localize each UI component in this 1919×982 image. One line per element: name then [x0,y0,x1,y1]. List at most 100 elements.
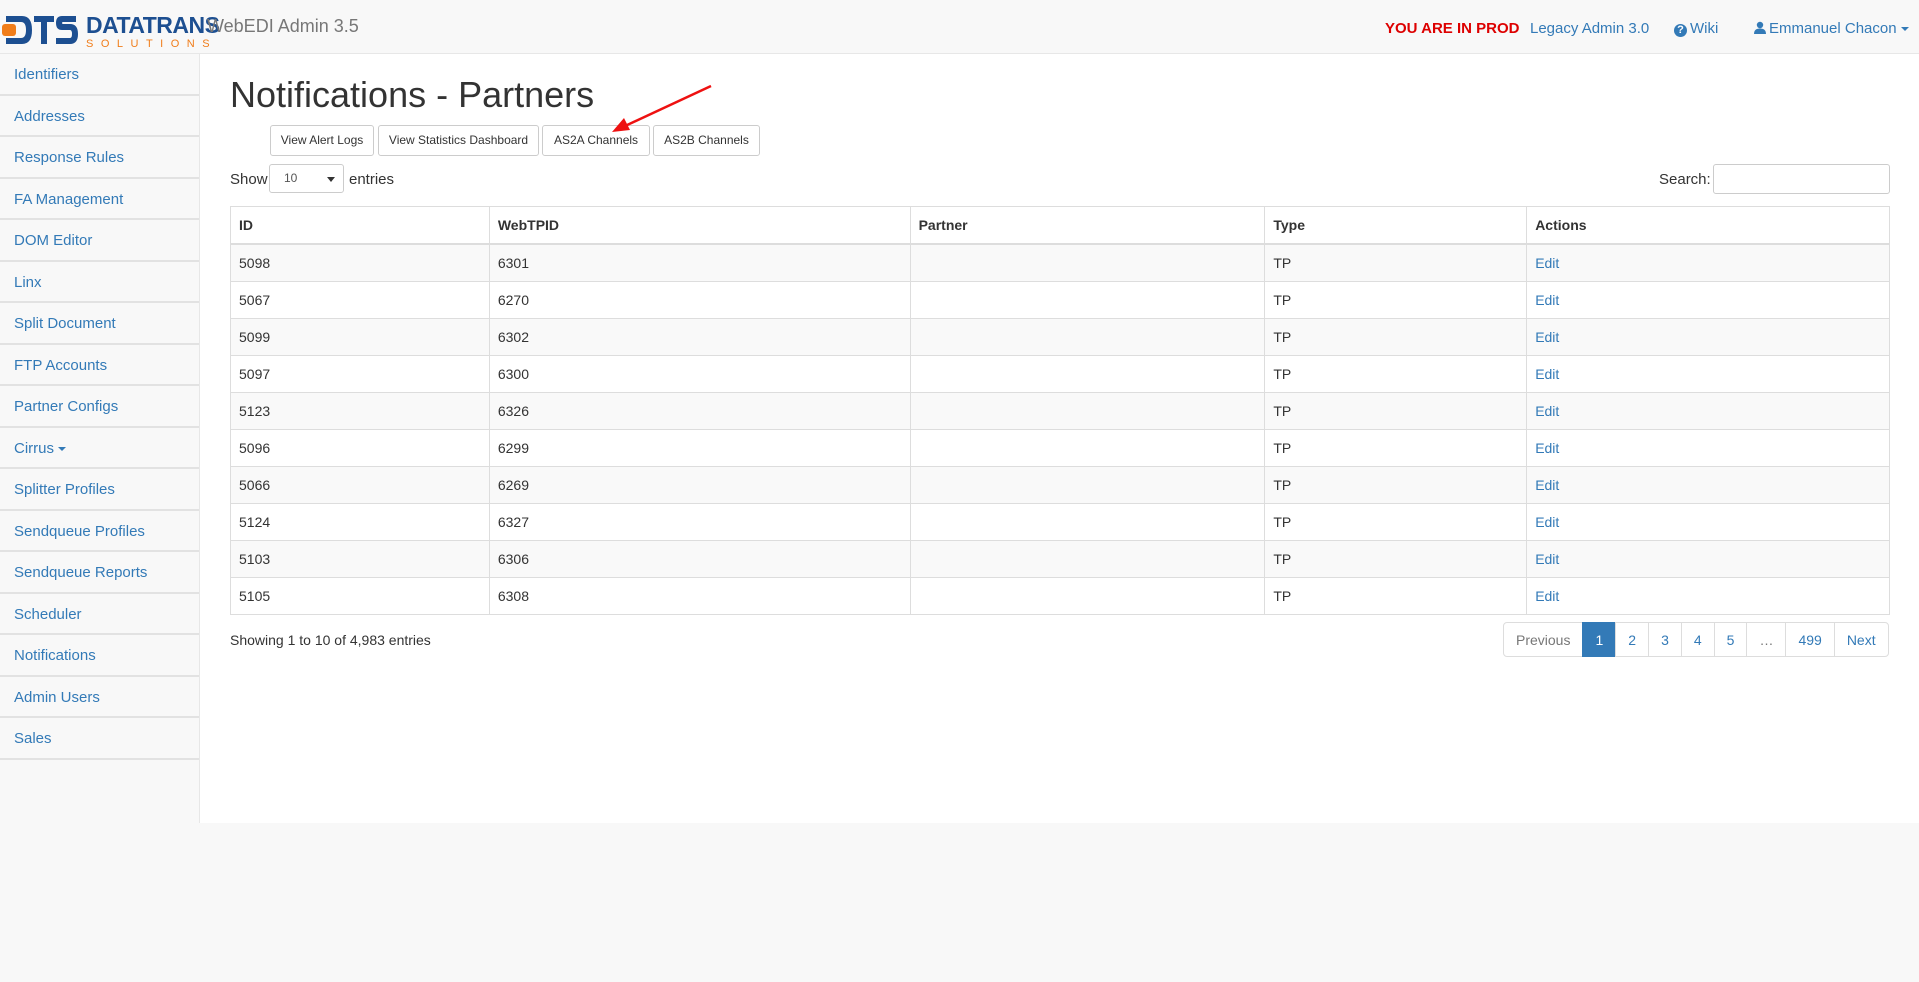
edit-link[interactable]: Edit [1535,588,1559,604]
sidebar-item-scheduler[interactable]: Scheduler [0,594,199,635]
cell-webtpid: 6270 [488,281,911,319]
view-alert-logs-button[interactable]: View Alert Logs [270,125,374,156]
sidebar-item-cirrus[interactable]: Cirrus [0,428,199,469]
user-menu[interactable]: Emmanuel Chacon [1754,20,1909,37]
cell-webtpid: 6299 [488,429,911,467]
logo-brand-text: DATATRANS [86,12,220,38]
cell-actions: Edit [1526,540,1890,578]
table-row: 5098 6301 TP Edit [230,243,1890,282]
cell-type: TP [1264,503,1528,541]
search-input[interactable] [1713,164,1890,194]
pagination-next[interactable]: Next [1833,622,1889,657]
column-header-webtpid[interactable]: WebTPID [488,206,911,245]
sidebar-item-sendqueue-profiles[interactable]: Sendqueue Profiles [0,511,199,552]
table-row: 5066 6269 TP Edit [230,466,1890,504]
view-statistics-dashboard-button[interactable]: View Statistics Dashboard [378,125,539,156]
sidebar-item-response-rules[interactable]: Response Rules [0,137,199,179]
edit-link[interactable]: Edit [1535,292,1559,308]
question-circle-icon: ? [1674,24,1687,37]
user-menu-label: Emmanuel Chacon [1769,20,1897,37]
search-label: Search: [1659,171,1711,188]
cell-webtpid: 6327 [488,503,911,541]
sidebar-item-linx[interactable]: Linx [0,262,199,303]
page-size-select[interactable]: 10 [269,164,344,193]
sidebar-item-fa-management[interactable]: FA Management [0,179,199,220]
cell-actions: Edit [1526,577,1890,615]
edit-link[interactable]: Edit [1535,403,1559,419]
edit-link[interactable]: Edit [1535,514,1559,530]
cell-partner [909,355,1266,393]
sidebar-item-sendqueue-reports[interactable]: Sendqueue Reports [0,552,199,594]
edit-link[interactable]: Edit [1535,551,1559,567]
app-title[interactable]: WebEDI Admin 3.5 [207,16,359,37]
chevron-down-icon [1900,27,1909,32]
pagination-page-3[interactable]: 3 [1648,622,1682,657]
column-header-type[interactable]: Type [1264,206,1528,245]
pagination-page-4[interactable]: 4 [1680,622,1715,657]
legacy-admin-link[interactable]: Legacy Admin 3.0 [1530,20,1649,37]
cell-actions: Edit [1526,503,1890,541]
datatrans-logo[interactable]: DATATRANS SOLUTIONS [2,10,220,52]
sidebar-item-cirrus-label: Cirrus [14,439,54,457]
chevron-down-icon [327,177,335,182]
prod-warning: YOU ARE IN PROD [1385,20,1520,37]
edit-link[interactable]: Edit [1535,329,1559,345]
cell-actions: Edit [1526,243,1890,282]
cell-partner [909,429,1266,467]
pagination-page-1[interactable]: 1 [1582,622,1617,657]
edit-link[interactable]: Edit [1535,477,1559,493]
as2b-channels-button[interactable]: AS2B Channels [653,125,760,156]
sidebar-item-notifications[interactable]: Notifications [0,635,199,677]
table-row: 5067 6270 TP Edit [230,281,1890,319]
column-header-partner[interactable]: Partner [909,206,1266,245]
cell-partner [909,318,1266,356]
sidebar-item-identifiers[interactable]: Identifiers [0,54,199,96]
pagination-ellipsis: … [1746,622,1787,657]
cell-id: 5098 [230,243,490,282]
cell-type: TP [1264,355,1528,393]
edit-link[interactable]: Edit [1535,366,1559,382]
wiki-link-label: Wiki [1690,20,1719,37]
show-label: Show [230,171,268,188]
top-navbar: DATATRANS SOLUTIONS WebEDI Admin 3.5 YOU… [0,0,1919,54]
sidebar-item-ftp-accounts[interactable]: FTP Accounts [0,345,199,386]
table-row: 5103 6306 TP Edit [230,540,1890,578]
sidebar-item-dom-editor[interactable]: DOM Editor [0,220,199,262]
cell-webtpid: 6269 [488,466,911,504]
pagination-previous[interactable]: Previous [1503,622,1584,657]
dts-logo-mark-icon [2,16,78,44]
cell-partner [909,466,1266,504]
cell-actions: Edit [1526,281,1890,319]
column-header-id[interactable]: ID [230,206,490,245]
cell-type: TP [1264,540,1528,578]
cell-webtpid: 6300 [488,355,911,393]
cell-type: TP [1264,466,1528,504]
pagination-page-2[interactable]: 2 [1615,622,1650,657]
sidebar: Identifiers Addresses Response Rules FA … [0,54,200,823]
cell-partner [909,281,1266,319]
cell-webtpid: 6308 [488,577,911,615]
cell-partner [909,540,1266,578]
logo-sub-text: SOLUTIONS [86,38,218,50]
edit-link[interactable]: Edit [1535,255,1559,271]
table-row: 5105 6308 TP Edit [230,577,1890,615]
pagination-page-5[interactable]: 5 [1713,622,1748,657]
sidebar-item-splitter-profiles[interactable]: Splitter Profiles [0,469,199,511]
edit-link[interactable]: Edit [1535,440,1559,456]
as2a-channels-button[interactable]: AS2A Channels [542,125,650,156]
table-row: 5099 6302 TP Edit [230,318,1890,356]
pagination: Previous 1 2 3 4 5 … 499 Next [1503,622,1889,657]
pagination-page-499[interactable]: 499 [1785,622,1835,657]
sidebar-item-split-document[interactable]: Split Document [0,303,199,345]
wiki-link[interactable]: ? Wiki [1674,20,1718,37]
page-size-value: 10 [284,171,298,185]
sidebar-item-addresses[interactable]: Addresses [0,96,199,137]
sidebar-item-partner-configs[interactable]: Partner Configs [0,386,199,428]
sidebar-item-sales[interactable]: Sales [0,718,199,760]
sidebar-item-admin-users[interactable]: Admin Users [0,677,199,718]
cell-type: TP [1264,243,1528,282]
cell-id: 5099 [230,318,490,356]
cell-actions: Edit [1526,355,1890,393]
entries-label: entries [349,171,395,188]
cell-type: TP [1264,392,1528,430]
